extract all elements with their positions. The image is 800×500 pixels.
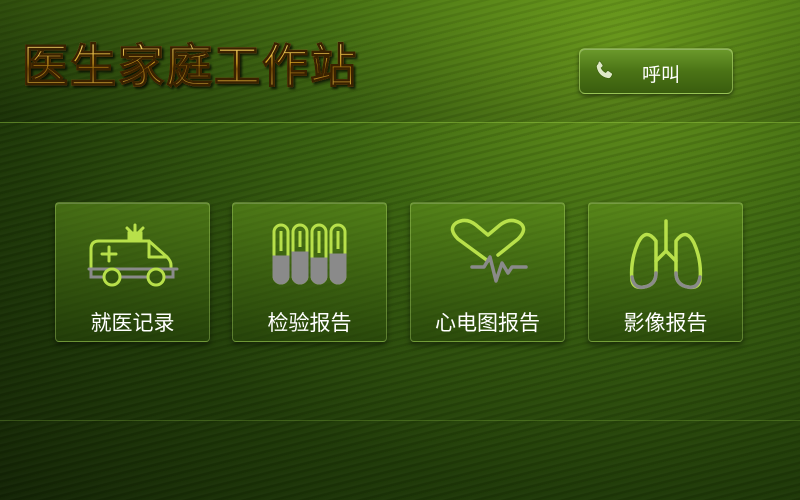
call-button[interactable]: 呼叫 bbox=[579, 48, 733, 94]
footer-divider bbox=[0, 420, 800, 421]
tile-label: 心电图报告 bbox=[435, 311, 540, 335]
call-button-label: 呼叫 bbox=[642, 64, 681, 86]
test-tubes-icon bbox=[272, 223, 347, 285]
tile-label: 就医记录 bbox=[90, 311, 175, 335]
imaging-report-tile[interactable]: 影像报告 bbox=[588, 202, 743, 342]
tile-label: 影像报告 bbox=[623, 311, 708, 335]
medical-records-tile[interactable]: 就医记录 bbox=[55, 202, 210, 342]
ecg-heart-icon bbox=[450, 218, 528, 283]
ambulance-icon bbox=[87, 223, 179, 287]
ecg-report-tile[interactable]: 心电图报告 bbox=[410, 202, 565, 342]
tile-label: 检验报告 bbox=[267, 311, 352, 335]
app-title: 医生家庭工作站 bbox=[22, 39, 358, 94]
lab-report-tile[interactable]: 检验报告 bbox=[232, 202, 387, 342]
main-menu: 就医记录 检验报告 心电图报告 影像报告 bbox=[55, 202, 745, 342]
lungs-icon bbox=[629, 219, 703, 290]
phone-icon bbox=[596, 60, 613, 79]
